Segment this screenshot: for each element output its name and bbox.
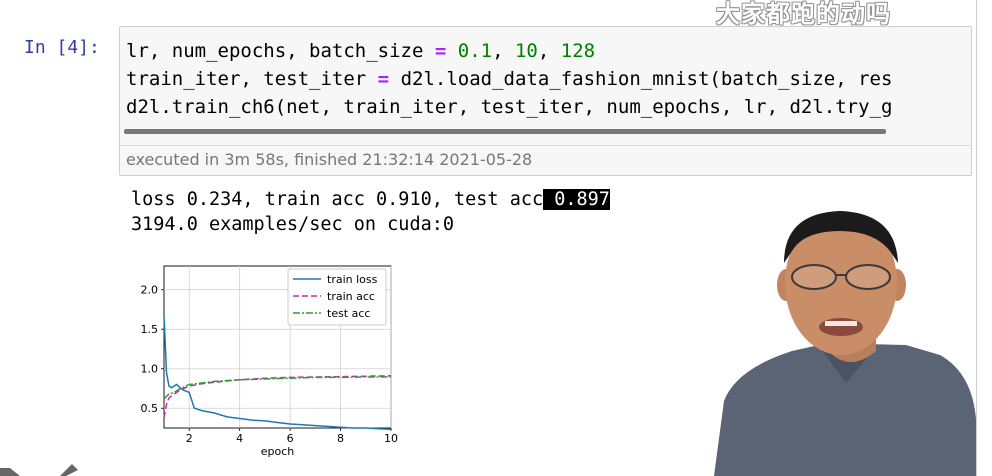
- cell-output: loss 0.234, train acc 0.910, test acc 0.…: [131, 187, 610, 237]
- x-axis-label: epoch: [261, 445, 295, 458]
- code-token: ,: [537, 40, 561, 62]
- code-cell[interactable]: lr, num_epochs, batch_size = 0.1, 10, 12…: [119, 26, 972, 176]
- execution-info: executed in 3m 58s, finished 21:32:14 20…: [126, 150, 533, 169]
- code-token: train_iter, test_iter: [126, 68, 378, 90]
- glasses-lens-left: [791, 264, 837, 290]
- presenter-teeth: [825, 321, 857, 326]
- code-line-3: d2l.train_ch6(net, train_iter, test_iter…: [126, 96, 893, 118]
- code-line-2: train_iter, test_iter = d2l.load_data_fa…: [126, 65, 971, 93]
- legend-label: train acc: [327, 290, 375, 303]
- code-token: d2l.load_data_fashion_mnist(batch_size, …: [389, 68, 893, 90]
- y-tick-label: 1.0: [141, 363, 159, 376]
- exec-divider: [120, 145, 971, 146]
- x-tick-label: 10: [384, 432, 398, 445]
- glasses-lens-right: [845, 264, 891, 290]
- output-line-1: loss 0.234, train acc 0.910, test acc 0.…: [131, 187, 610, 212]
- watermark: 大家都跑的动吗: [716, 0, 891, 28]
- y-tick-label: 1.5: [141, 323, 159, 336]
- code-token-number: 0.1: [457, 40, 493, 62]
- code-editor[interactable]: lr, num_epochs, batch_size = 0.1, 10, 12…: [126, 37, 971, 121]
- code-token-number: 128: [560, 40, 596, 62]
- training-plot: 2 4 6 8 100.51.01.52.0 epoch train losstrain…: [141, 265, 398, 458]
- code-token-number: 10: [514, 40, 538, 62]
- output-highlight: 0.897: [543, 189, 610, 210]
- code-token-operator: =: [377, 68, 390, 90]
- legend: train loss train acc test acc: [287, 268, 387, 326]
- edit-icon[interactable]: [0, 458, 90, 476]
- x-tick-label: 4: [236, 432, 243, 445]
- x-tick-label: 2: [186, 432, 193, 445]
- horizontal-scrollbar[interactable]: [124, 129, 886, 134]
- x-tick-label: 6: [287, 432, 294, 445]
- code-token: ,: [492, 40, 515, 62]
- code-token-operator: =: [434, 40, 447, 62]
- legend-label: test acc: [327, 307, 370, 320]
- code-line-1: lr, num_epochs, batch_size = 0.1, 10, 12…: [126, 37, 971, 65]
- output-text: loss 0.234, train acc 0.910, test acc: [131, 189, 544, 210]
- cell-prompt: In [4]:: [24, 37, 100, 58]
- presenter-mouth: [819, 318, 863, 336]
- y-tick-label: 0.5: [141, 402, 159, 415]
- x-tick-label: 8: [337, 432, 344, 445]
- output-line-2: 3194.0 examples/sec on cuda:0: [131, 214, 455, 235]
- presenter-video: [714, 211, 976, 476]
- legend-label: train loss: [327, 273, 378, 286]
- y-tick-label: 2.0: [141, 284, 159, 297]
- code-token: lr, num_epochs, batch_size: [126, 40, 435, 62]
